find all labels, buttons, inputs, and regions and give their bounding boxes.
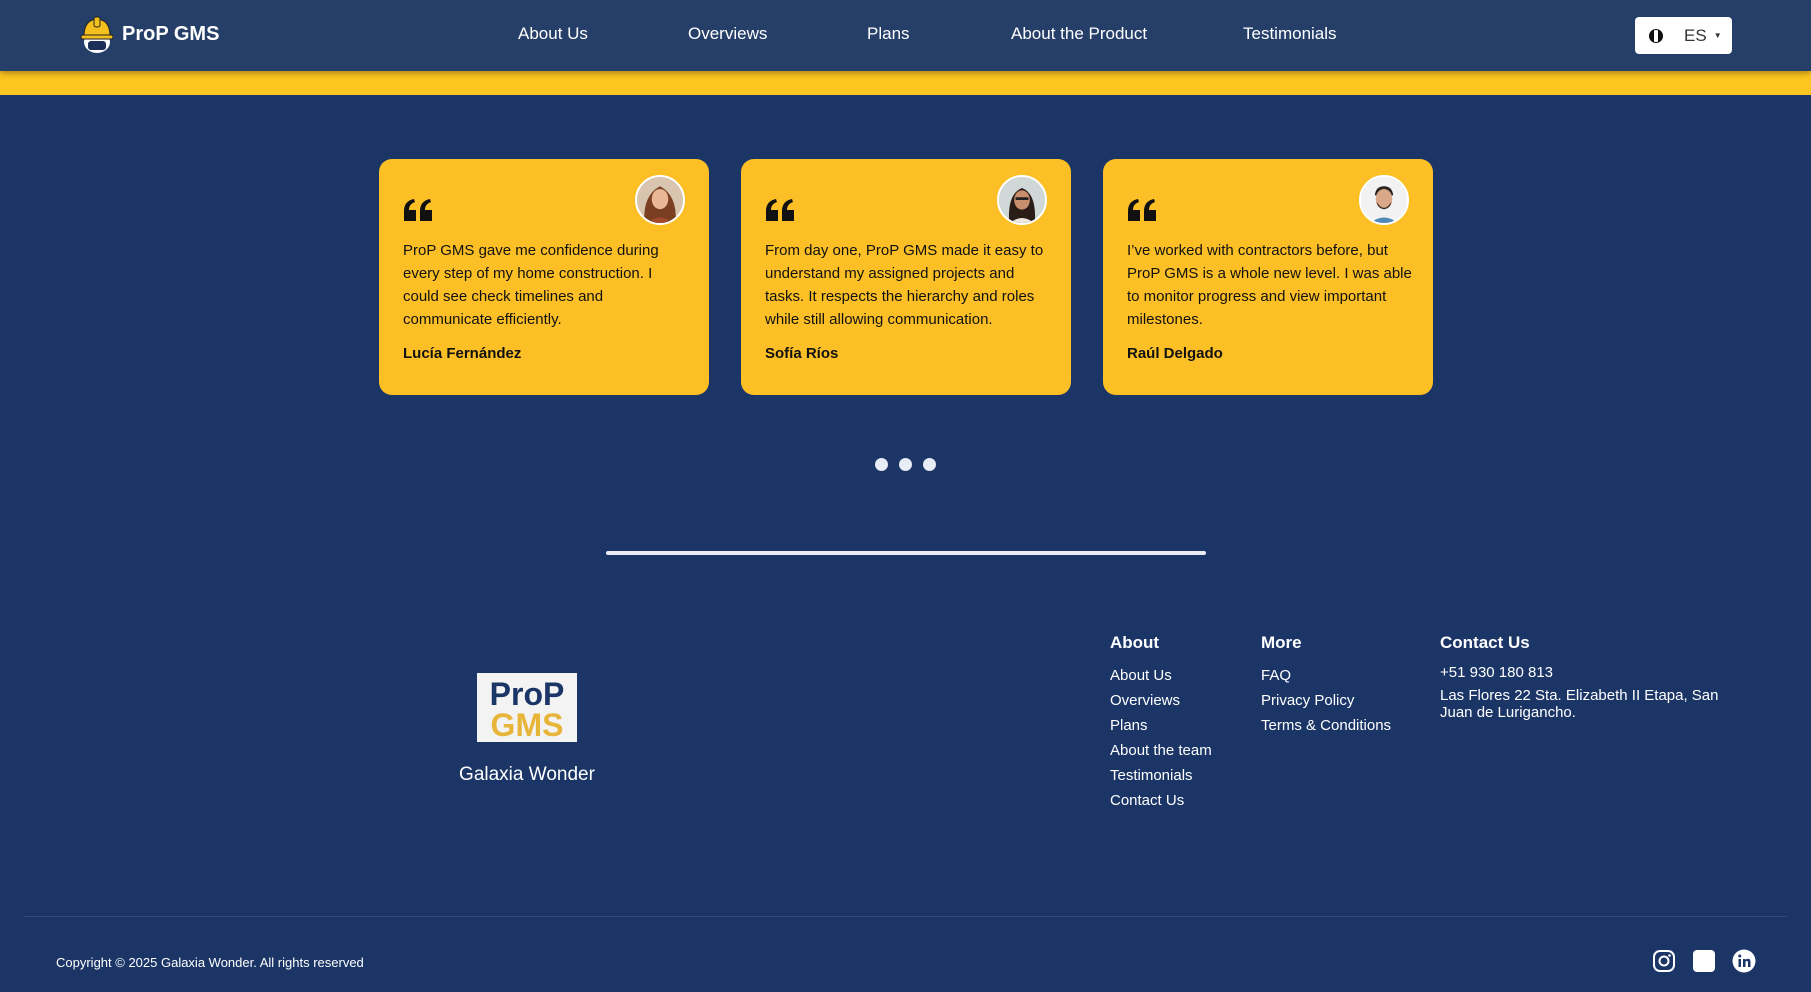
testimonial-text: From day one, ProP GMS made it easy to u… — [765, 242, 1044, 328]
language-code: ES — [1684, 25, 1707, 45]
top-navbar: ProP GMS About Us Overviews Plans About … — [0, 0, 1811, 71]
carousel-dot-1[interactable] — [875, 458, 888, 471]
accent-band — [0, 71, 1811, 95]
quote-icon — [404, 199, 432, 221]
carousel-pagination — [875, 458, 938, 472]
contact-phone: +51 930 180 813 — [1440, 664, 1554, 681]
quote-icon — [1128, 199, 1156, 221]
section-divider — [606, 551, 1206, 555]
carousel-dot-2[interactable] — [899, 458, 912, 471]
carousel-dot-3[interactable] — [923, 458, 936, 471]
footer-link-privacy[interactable]: Privacy Policy — [1261, 688, 1391, 713]
testimonial-author: Raúl Delgado — [1127, 345, 1223, 362]
footer-contact-heading: Contact Us — [1440, 633, 1530, 652]
footer-more-heading: More — [1261, 633, 1302, 652]
nav-overviews[interactable]: Overviews — [688, 24, 767, 44]
caret-down-icon: ▼ — [1713, 31, 1722, 40]
contact-address: Las Flores 22 Sta. Elizabeth II Etapa, S… — [1440, 687, 1719, 721]
testimonial-card: From day one, ProP GMS made it easy to u… — [741, 159, 1071, 395]
footer-link-faq[interactable]: FAQ — [1261, 663, 1391, 688]
nav-testimonials[interactable]: Testimonials — [1243, 24, 1337, 44]
testimonial-author: Sofía Ríos — [765, 345, 839, 362]
testimonial-text: I’ve worked with contractors before, but… — [1127, 242, 1412, 328]
main-nav: About Us Overviews Plans About the Produ… — [0, 24, 1811, 46]
footer-rule — [24, 916, 1787, 917]
nav-about-us[interactable]: About Us — [518, 24, 588, 44]
footer-logo-line-1: ProP — [489, 675, 565, 712]
testimonial-card: ProP GMS gave me confidence during every… — [379, 159, 709, 395]
footer-contact-column: Contact Us +51 930 180 813 Las Flores 22… — [1440, 633, 1730, 721]
footer-link-contact-us[interactable]: Contact Us — [1110, 788, 1212, 813]
linkedin-icon[interactable] — [1732, 949, 1756, 973]
testimonial-text: ProP GMS gave me confidence during every… — [403, 242, 659, 328]
instagram-icon[interactable] — [1652, 949, 1676, 973]
footer-about-heading: About — [1110, 633, 1160, 652]
footer-link-plans[interactable]: Plans — [1110, 713, 1212, 738]
testimonial-card: I’ve worked with contractors before, but… — [1103, 159, 1433, 395]
footer-link-testimonials[interactable]: Testimonials — [1110, 763, 1212, 788]
avatar — [1359, 175, 1409, 225]
footer-more-column: More FAQ Privacy Policy Terms & Conditio… — [1261, 633, 1391, 738]
avatar — [997, 175, 1047, 225]
footer-link-overviews[interactable]: Overviews — [1110, 688, 1212, 713]
nav-plans[interactable]: Plans — [867, 24, 910, 44]
footer-logo: ProP GMS — [477, 673, 577, 742]
quote-icon — [766, 199, 794, 221]
footer-logo-line-2: GMS — [490, 706, 564, 743]
flag-icon — [1649, 28, 1663, 43]
company-name: Galaxia Wonder — [459, 764, 595, 785]
footer-link-about-us[interactable]: About Us — [1110, 663, 1212, 688]
copyright-text: Copyright © 2025 Galaxia Wonder. All rig… — [56, 955, 364, 970]
footer-link-about-team[interactable]: About the team — [1110, 738, 1212, 763]
language-selector[interactable]: ES ▼ — [1635, 17, 1732, 54]
footer-about-column: About About Us Overviews Plans About the… — [1110, 633, 1212, 813]
avatar — [635, 175, 685, 225]
testimonial-author: Lucía Fernández — [403, 345, 522, 362]
facebook-icon[interactable] — [1692, 949, 1716, 973]
nav-about-product[interactable]: About the Product — [1011, 24, 1147, 44]
footer-link-terms[interactable]: Terms & Conditions — [1261, 713, 1391, 738]
